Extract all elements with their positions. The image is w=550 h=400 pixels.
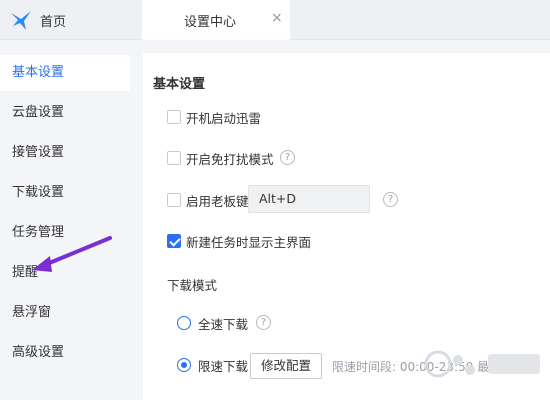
- xunlei-logo-icon: [11, 11, 31, 30]
- sidebar-item-download[interactable]: 下载设置: [0, 175, 130, 211]
- sidebar-item-advanced[interactable]: 高级设置: [0, 335, 130, 371]
- boss-key-hotkey-input[interactable]: Alt+D: [248, 185, 370, 213]
- watermark-logo-icon: [424, 350, 540, 378]
- show-main-checkbox[interactable]: [167, 234, 181, 248]
- limited-speed-label: 限速下载: [198, 359, 249, 374]
- autostart-checkbox[interactable]: [167, 110, 181, 124]
- autostart-label: 开机启动迅雷: [186, 111, 262, 126]
- help-icon[interactable]: ?: [383, 192, 398, 207]
- modify-config-button[interactable]: 修改配置: [250, 353, 322, 379]
- full-speed-radio[interactable]: [177, 316, 191, 330]
- sidebar-item-floating[interactable]: 悬浮窗: [0, 295, 130, 331]
- tab-settings[interactable]: 设置中心 ×: [142, 0, 290, 40]
- full-speed-label: 全速下载: [198, 317, 249, 332]
- tab-home[interactable]: 首页: [0, 0, 142, 40]
- boss-key-checkbox[interactable]: [167, 193, 181, 207]
- sidebar: 基本设置 云盘设置 接管设置 下载设置 任务管理 提醒 悬浮窗 高级设置: [0, 40, 132, 400]
- tab-settings-label: 设置中心: [184, 15, 237, 30]
- help-icon[interactable]: ?: [280, 150, 295, 165]
- sidebar-item-cloud[interactable]: 云盘设置: [0, 95, 130, 131]
- no-disturb-checkbox[interactable]: [167, 151, 181, 165]
- close-icon[interactable]: ×: [271, 10, 283, 26]
- no-disturb-label: 开启免打扰模式: [186, 152, 274, 167]
- show-main-label: 新建任务时显示主界面: [186, 235, 312, 250]
- tab-home-label: 首页: [40, 15, 67, 30]
- help-icon[interactable]: ?: [256, 315, 271, 330]
- tab-bar: 首页 设置中心 ×: [0, 0, 550, 40]
- download-mode-title: 下载模式: [167, 278, 218, 293]
- annotation-arrow-icon: [32, 236, 112, 272]
- section-title: 基本设置: [153, 77, 206, 92]
- sidebar-item-takeover[interactable]: 接管设置: [0, 135, 130, 171]
- boss-key-label: 启用老板键: [186, 194, 249, 209]
- sidebar-item-basic[interactable]: 基本设置: [0, 55, 130, 91]
- limited-speed-radio[interactable]: [177, 358, 191, 372]
